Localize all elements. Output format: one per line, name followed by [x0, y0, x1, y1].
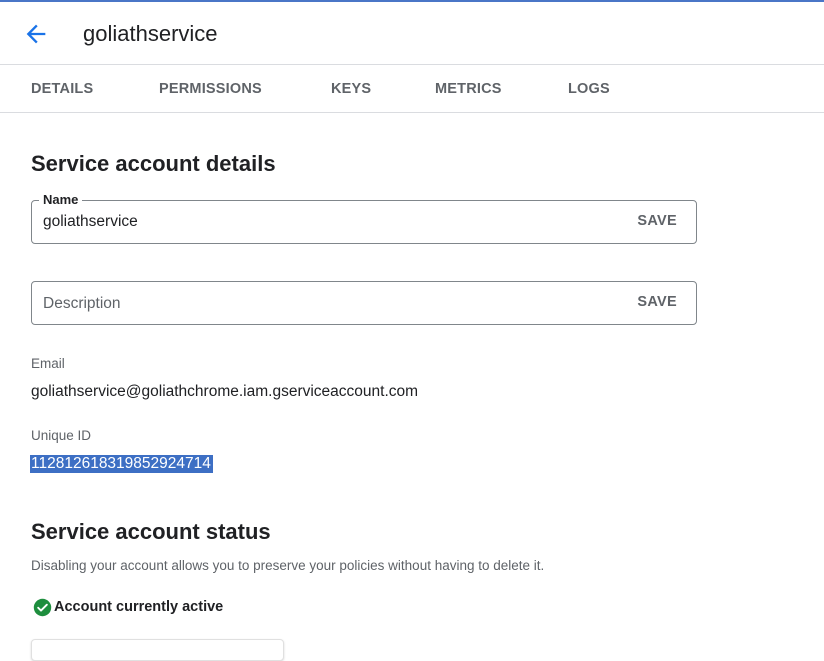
description-placeholder[interactable]: Description	[43, 295, 121, 313]
arrow-left-icon	[26, 24, 46, 44]
tabs-divider	[0, 112, 824, 113]
save-name-button[interactable]: SAVE	[637, 213, 677, 229]
save-description-button[interactable]: SAVE	[637, 294, 677, 310]
tab-bar: DETAILS PERMISSIONS KEYS METRICS LOGS	[0, 65, 824, 112]
name-field-value[interactable]: goliathservice	[43, 213, 138, 231]
unique-id-label: Unique ID	[31, 428, 92, 443]
status-description: Disabling your account allows you to pre…	[31, 558, 545, 573]
status-heading: Service account status	[31, 519, 271, 544]
disable-account-button[interactable]	[31, 639, 284, 661]
check-circle-icon	[33, 598, 52, 617]
account-status-text: Account currently active	[54, 599, 224, 615]
description-field[interactable]: Description SAVE	[31, 281, 697, 325]
tab-keys[interactable]: KEYS	[331, 81, 371, 97]
details-heading: Service account details	[31, 151, 276, 176]
page-header: goliathservice	[0, 2, 824, 64]
email-label: Email	[31, 356, 65, 371]
unique-id-value: 112812618319852924714	[30, 455, 213, 473]
page-title: goliathservice	[83, 21, 218, 46]
tab-metrics[interactable]: METRICS	[435, 81, 502, 97]
tab-logs[interactable]: LOGS	[568, 81, 610, 97]
tab-permissions[interactable]: PERMISSIONS	[159, 81, 262, 97]
unique-id-selected-text: 112812618319852924714	[30, 455, 213, 473]
tab-details[interactable]: DETAILS	[31, 81, 93, 97]
back-button[interactable]	[22, 20, 50, 48]
name-field-label: Name	[39, 192, 83, 208]
email-value: goliathservice@goliathchrome.iam.gservic…	[31, 383, 419, 400]
name-field[interactable]: Name goliathservice SAVE	[31, 192, 697, 244]
